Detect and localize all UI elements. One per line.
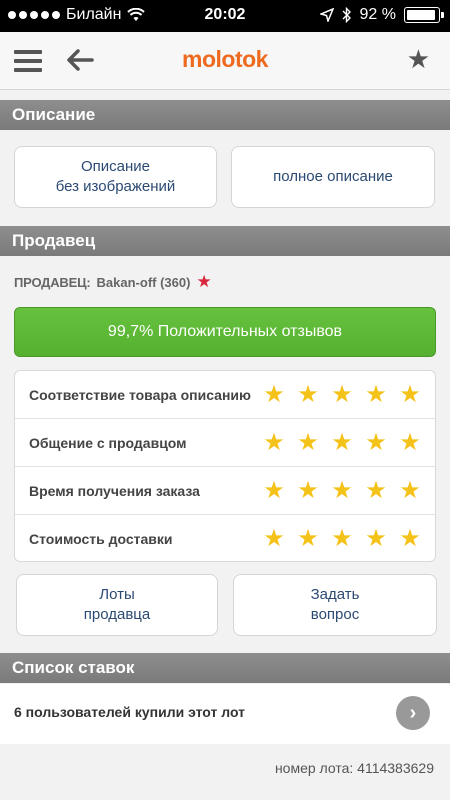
seller-section-header: Продавец — [0, 226, 450, 256]
star-icon: ★ — [263, 429, 285, 456]
star-icon: ★ — [263, 477, 285, 504]
star-icon: ★ — [331, 429, 353, 456]
seller-badge-star-icon: ★ — [196, 272, 212, 291]
location-arrow-icon — [319, 8, 334, 22]
bids-section-header: Список ставок — [0, 653, 450, 683]
battery-fill — [407, 10, 435, 20]
battery-icon — [404, 7, 444, 23]
star-icon: ★ — [365, 429, 387, 456]
favorite-star-icon[interactable]: ★ — [407, 46, 430, 72]
rating-stars: ★ ★ ★ ★ ★ — [257, 429, 427, 457]
description-section-header: Описание — [0, 100, 450, 130]
rating-stars: ★ ★ ★ ★ ★ — [257, 477, 427, 505]
rating-row: Стоимость доставки ★ ★ ★ ★ ★ — [15, 515, 435, 563]
molotok-logo[interactable]: molotok — [0, 46, 450, 73]
star-icon: ★ — [331, 381, 353, 408]
chevron-right-icon[interactable]: › — [396, 696, 430, 730]
seller-lots-button[interactable]: Лоты продавца — [16, 574, 218, 636]
star-icon: ★ — [399, 477, 421, 504]
rating-stars: ★ ★ ★ ★ ★ — [257, 525, 427, 553]
ask-question-button[interactable]: Задать вопрос — [233, 574, 437, 636]
rating-row: Время получения заказа ★ ★ ★ ★ ★ — [15, 467, 435, 515]
star-icon: ★ — [365, 381, 387, 408]
star-icon: ★ — [263, 525, 285, 552]
star-icon: ★ — [365, 477, 387, 504]
bluetooth-icon — [342, 7, 351, 23]
status-bar: Билайн 20:02 92 % — [0, 0, 450, 32]
description-no-images-button[interactable]: Описание без изображений — [14, 146, 217, 208]
star-icon: ★ — [297, 477, 319, 504]
star-icon: ★ — [399, 429, 421, 456]
positive-feedback-button[interactable]: 99,7% Положительных отзывов — [14, 307, 436, 357]
star-icon: ★ — [297, 429, 319, 456]
star-icon: ★ — [297, 381, 319, 408]
battery-percent: 92 % — [359, 6, 396, 23]
rating-stars: ★ ★ ★ ★ ★ — [257, 381, 427, 409]
ratings-table: Соответствие товара описанию ★ ★ ★ ★ ★ Общен… — [14, 370, 436, 562]
star-icon: ★ — [365, 525, 387, 552]
star-icon: ★ — [263, 381, 285, 408]
full-description-button[interactable]: полное описание — [231, 146, 435, 208]
star-icon: ★ — [399, 381, 421, 408]
rating-row: Общение с продавцом ★ ★ ★ ★ ★ — [15, 419, 435, 467]
rating-row: Соответствие товара описанию ★ ★ ★ ★ ★ — [15, 371, 435, 419]
buyers-list-item[interactable]: 6 пользователей купили этот лот › — [0, 684, 450, 744]
seller-name[interactable]: Bakan-off (360) — [97, 275, 191, 290]
lot-number: номер лота: 4114383629 — [274, 760, 434, 776]
navigation-bar: molotok ★ — [0, 32, 450, 90]
star-icon: ★ — [399, 525, 421, 552]
seller-label: ПРОДАВЕЦ: — [14, 274, 91, 290]
star-icon: ★ — [331, 525, 353, 552]
star-icon: ★ — [297, 525, 319, 552]
star-icon: ★ — [331, 477, 353, 504]
buyers-count-text: 6 пользователей купили этот лот — [14, 704, 246, 720]
seller-info: ПРОДАВЕЦ: Bakan-off (360) ★ — [14, 272, 212, 292]
